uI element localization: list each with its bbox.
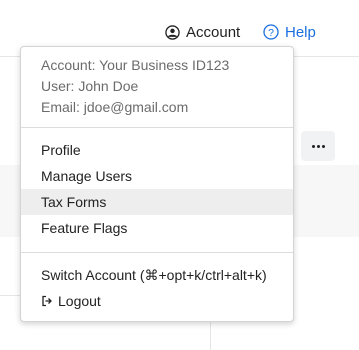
more-options-button[interactable] xyxy=(301,131,335,161)
account-menu-button[interactable]: Account xyxy=(165,22,240,42)
menu-item-logout[interactable]: Logout xyxy=(21,288,293,314)
menu-item-label: Profile xyxy=(41,142,81,158)
menu-divider xyxy=(21,252,293,253)
account-label: Account xyxy=(186,23,241,41)
ellipsis-icon xyxy=(311,144,325,148)
logout-icon xyxy=(41,295,53,307)
menu-item-label: Tax Forms xyxy=(41,194,107,210)
menu-item-manage-users[interactable]: Manage Users xyxy=(21,163,293,189)
help-link[interactable]: ? Help xyxy=(263,22,316,42)
menu-item-label: Switch Account (⌘+opt+k/ctrl+alt+k) xyxy=(41,266,267,283)
menu-item-label: Feature Flags xyxy=(41,220,128,236)
account-info-text: Account: Your Business ID123 xyxy=(41,57,230,73)
svg-text:?: ? xyxy=(268,27,274,39)
menu-item-label: Manage Users xyxy=(41,168,133,184)
email-info-text: Email: jdoe@gmail.com xyxy=(41,99,189,115)
help-label: Help xyxy=(285,23,316,41)
account-dropdown-menu: Account: Your Business ID123 User: John … xyxy=(20,46,294,322)
page: Account ? Help Account: Your Business ID… xyxy=(0,0,359,350)
menu-item-feature-flags[interactable]: Feature Flags xyxy=(21,215,293,241)
menu-item-label: Logout xyxy=(58,293,101,309)
question-circle-icon: ? xyxy=(263,24,279,40)
user-info-text: User: John Doe xyxy=(41,78,139,94)
menu-divider xyxy=(21,127,293,128)
menu-item-tax-forms[interactable]: Tax Forms xyxy=(21,189,293,215)
menu-item-switch-account[interactable]: Switch Account (⌘+opt+k/ctrl+alt+k) xyxy=(21,262,293,288)
menu-item-profile[interactable]: Profile xyxy=(21,137,293,163)
user-circle-icon xyxy=(165,24,180,40)
